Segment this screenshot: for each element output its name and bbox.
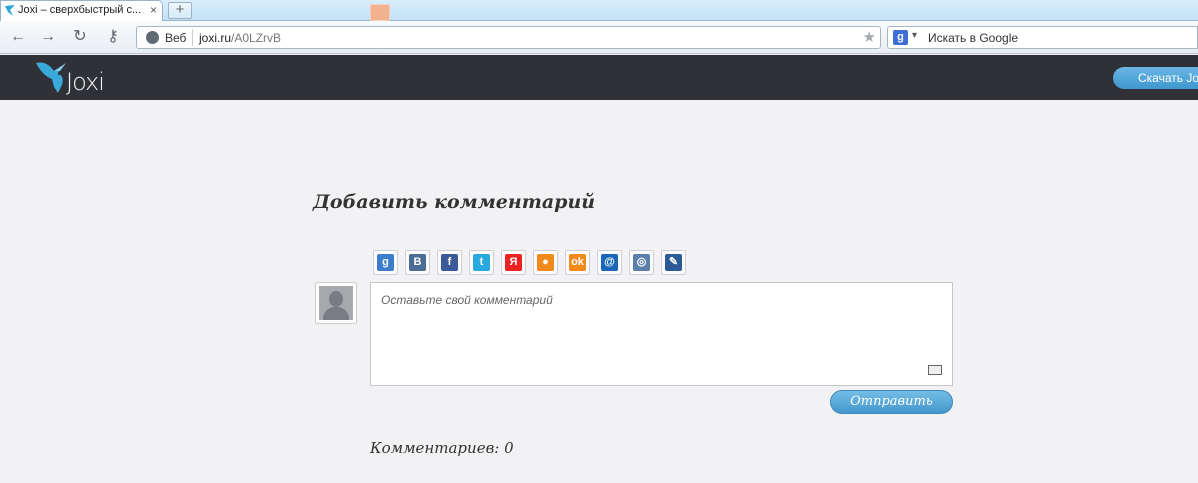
image-upload-icon[interactable] [928,365,942,375]
browser-tab-strip: Joxi – сверхбыстрый с... × + [0,0,1198,21]
share-facebook-button[interactable]: f [437,250,462,275]
key-icon[interactable]: ⚷ [103,27,123,47]
search-bar[interactable]: g ▾ Искать в Google [887,26,1198,49]
odnoklassniki-icon: ok [569,254,586,271]
browser-toolbar: ← → ↻ ⚷ Веб joxi.ru/A0LZrvB ★ g ▾ Искать… [0,21,1198,54]
url-text[interactable]: joxi.ru/A0LZrvB [199,31,281,45]
comments-count: Комментариев: 0 [370,439,514,457]
joxi-favicon-icon [5,5,15,16]
comment-placeholder: Оставьте свой комментарий [381,293,553,307]
mail-agent-icon: ● [537,254,554,271]
avatar-body [323,307,349,320]
tab-title: Joxi – сверхбыстрый с... [18,4,142,16]
share-twitter-button[interactable]: t [469,250,494,275]
search-input[interactable]: Искать в Google [928,31,1018,45]
url-domain: joxi.ru [199,31,232,45]
mail-icon: @ [601,254,618,271]
forward-button[interactable]: → [38,27,58,47]
url-path: /A0LZrvB [231,31,282,45]
twitter-icon: t [473,254,490,271]
avatar [315,282,357,324]
share-google-button[interactable]: g [373,250,398,275]
address-separator [192,29,193,46]
download-button[interactable]: Скачать Jo [1113,67,1198,89]
share-yandex-button[interactable]: Я [501,250,526,275]
background-glimpse [370,4,390,21]
share-openid-button[interactable]: ◎ [629,250,654,275]
yandex-icon: Я [505,254,522,271]
tab-close-icon[interactable]: × [150,3,157,17]
avatar-head [329,291,343,307]
share-odnoklassniki-button[interactable]: ok [565,250,590,275]
add-comment-title: Добавить комментарий [313,191,596,213]
facebook-icon: f [441,254,458,271]
google-icon: g [377,254,394,271]
share-vk-button[interactable]: B [405,250,430,275]
vk-icon: B [409,254,426,271]
comment-textarea[interactable]: Оставьте свой комментарий [370,282,953,386]
new-tab-button[interactable]: + [168,2,192,19]
google-search-icon[interactable]: g [893,30,908,45]
share-livejournal-button[interactable]: ✎ [661,250,686,275]
send-button[interactable]: Отправить [830,390,953,414]
share-mail-agent-button[interactable]: ● [533,250,558,275]
address-bar[interactable]: Веб joxi.ru/A0LZrvB ★ [136,26,881,49]
chevron-down-icon[interactable]: ▾ [912,30,917,41]
avatar-placeholder-icon [319,286,353,320]
scheme-label: Веб [165,31,187,45]
logo-text[interactable]: Joxi [66,68,105,96]
browser-tab[interactable]: Joxi – сверхбыстрый с... × [0,0,163,21]
site-header: Joxi Скачать Jo [0,55,1198,100]
livejournal-icon: ✎ [665,254,682,271]
globe-icon [146,31,159,44]
back-button[interactable]: ← [8,27,28,47]
share-mail-button[interactable]: @ [597,250,622,275]
reload-button[interactable]: ↻ [70,27,90,47]
openid-icon: ◎ [633,254,650,271]
bookmark-star-icon[interactable]: ★ [863,28,876,46]
